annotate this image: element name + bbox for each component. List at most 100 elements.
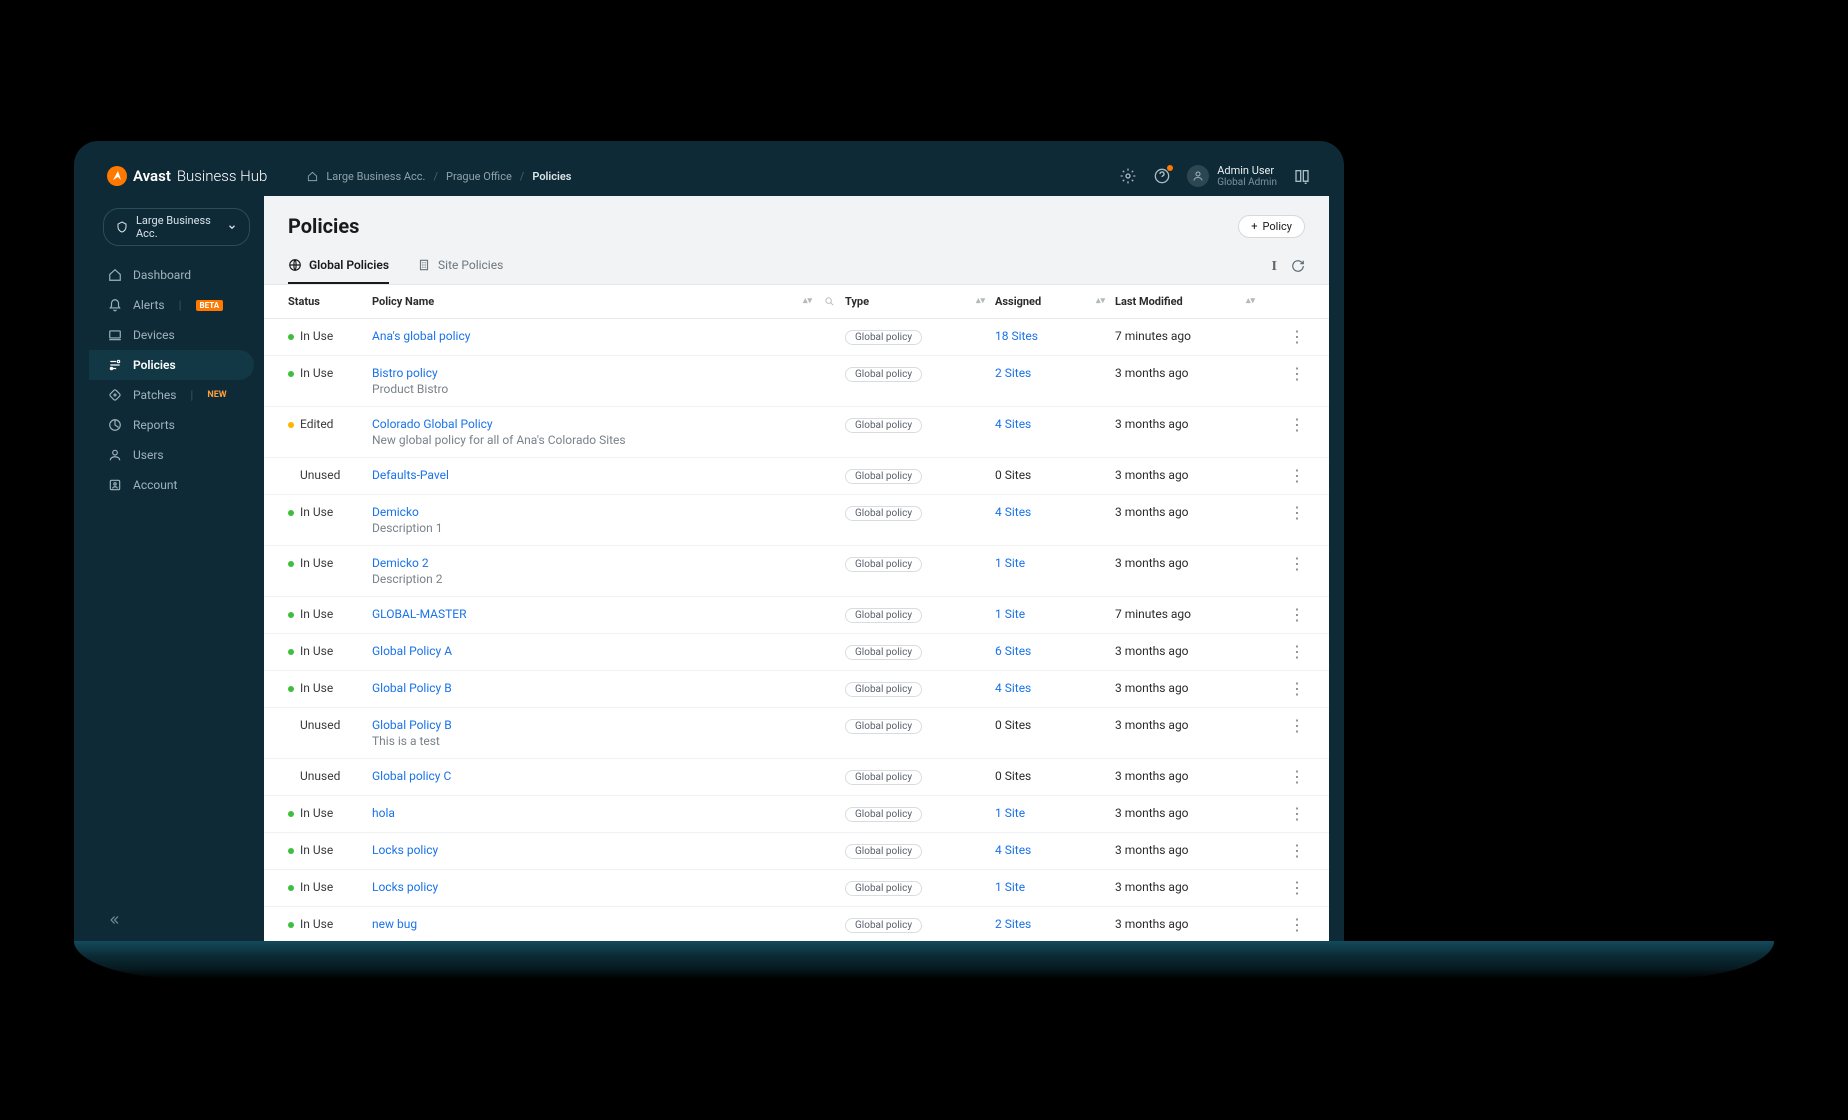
row-actions-menu[interactable]: ⋮ <box>1265 806 1305 822</box>
sidebar-item-users[interactable]: Users <box>89 440 254 470</box>
layout-icon[interactable] <box>1293 167 1311 185</box>
policy-name-link[interactable]: hola <box>372 806 845 820</box>
row-actions-menu[interactable]: ⋮ <box>1265 468 1305 484</box>
row-actions-menu[interactable]: ⋮ <box>1265 644 1305 660</box>
assigned-link[interactable]: 4 Sites <box>995 417 1031 431</box>
users-icon <box>107 448 123 462</box>
row-actions-menu[interactable]: ⋮ <box>1265 843 1305 859</box>
column-assigned[interactable]: Assigned▴▾ <box>995 295 1115 308</box>
row-actions-menu[interactable]: ⋮ <box>1265 505 1305 521</box>
user-menu[interactable]: Admin User Global Admin <box>1187 164 1277 188</box>
row-actions-menu[interactable]: ⋮ <box>1265 366 1305 382</box>
row-actions-menu[interactable]: ⋮ <box>1265 329 1305 345</box>
status-text: In Use <box>300 880 333 894</box>
alerts-icon <box>107 298 123 312</box>
status-text: In Use <box>300 329 333 343</box>
column-status[interactable]: Status <box>288 295 372 308</box>
policy-name-link[interactable]: Locks policy <box>372 843 845 857</box>
row-actions-menu[interactable]: ⋮ <box>1265 880 1305 896</box>
tab-global-policies[interactable]: Global Policies <box>288 250 389 284</box>
breadcrumb-item[interactable]: Large Business Acc. <box>326 170 425 183</box>
table-row: In UseAna's global policyGlobal policy18… <box>264 319 1329 356</box>
sidebar-item-reports[interactable]: Reports <box>89 410 254 440</box>
policy-name-link[interactable]: Ana's global policy <box>372 329 845 343</box>
sidebar-item-label: Account <box>133 478 177 492</box>
policy-name-link[interactable]: Global Policy A <box>372 644 845 658</box>
brand-name-bold: Avast <box>133 167 171 185</box>
status-dot-icon <box>288 922 294 928</box>
account-selector[interactable]: Large Business Acc. <box>103 208 250 246</box>
column-policy-name[interactable]: Policy Name ▴▾ <box>372 295 845 308</box>
policy-description: New global policy for all of Ana's Color… <box>372 433 845 447</box>
assigned-link[interactable]: 4 Sites <box>995 681 1031 695</box>
assigned-link[interactable]: 1 Site <box>995 556 1025 570</box>
settings-icon[interactable] <box>1119 167 1137 185</box>
type-badge: Global policy <box>845 557 922 572</box>
row-actions-menu[interactable]: ⋮ <box>1265 769 1305 785</box>
sidebar-item-devices[interactable]: Devices <box>89 320 254 350</box>
laptop-screen-bezel: Avast Business Hub Large Business Acc. /… <box>74 141 1344 941</box>
tab-site-policies[interactable]: Site Policies <box>417 250 503 284</box>
table-row: In UseBistro policyProduct BistroGlobal … <box>264 356 1329 407</box>
status-text: In Use <box>300 644 333 658</box>
row-actions-menu[interactable]: ⋮ <box>1265 718 1305 734</box>
type-badge: Global policy <box>845 881 922 896</box>
status-text: In Use <box>300 681 333 695</box>
assigned-link[interactable]: 2 Sites <box>995 917 1031 931</box>
assigned-count: 0 Sites <box>995 718 1031 732</box>
assigned-link[interactable]: 1 Site <box>995 880 1025 894</box>
sidebar-item-alerts[interactable]: Alerts |BETA <box>89 290 254 320</box>
assigned-link[interactable]: 6 Sites <box>995 644 1031 658</box>
sidebar: Large Business Acc. Dashboard Alerts |BET… <box>89 196 264 941</box>
assigned-link[interactable]: 18 Sites <box>995 329 1038 343</box>
last-modified: 3 months ago <box>1115 917 1265 931</box>
sidebar-item-dashboard[interactable]: Dashboard <box>89 260 254 290</box>
home-icon[interactable] <box>307 171 318 182</box>
policy-name-link[interactable]: Demicko 2 <box>372 556 845 570</box>
row-actions-menu[interactable]: ⋮ <box>1265 917 1305 933</box>
policy-name-link[interactable]: Bistro policy <box>372 366 845 380</box>
assigned-link[interactable]: 1 Site <box>995 607 1025 621</box>
sidebar-item-policies[interactable]: Policies <box>89 350 254 380</box>
status-dot-icon <box>288 612 294 618</box>
policy-name-link[interactable]: Global policy C <box>372 769 845 783</box>
account-icon <box>107 478 123 492</box>
refresh-icon[interactable] <box>1291 259 1305 275</box>
table-row: EditedColorado Global PolicyNew global p… <box>264 407 1329 458</box>
sidebar-item-account[interactable]: Account <box>89 470 254 500</box>
last-modified: 3 months ago <box>1115 505 1265 519</box>
policy-name-link[interactable]: Global Policy B <box>372 681 845 695</box>
help-icon[interactable] <box>1153 167 1171 185</box>
policy-name-link[interactable]: GLOBAL-MASTER <box>372 607 845 621</box>
row-actions-menu[interactable]: ⋮ <box>1265 417 1305 433</box>
assigned-link[interactable]: 4 Sites <box>995 505 1031 519</box>
policy-name-link[interactable]: new bug <box>372 917 845 931</box>
table-header: Status Policy Name ▴▾ Type▴▾ Assigned▴▾ … <box>264 285 1329 319</box>
status-text: Unused <box>300 468 340 482</box>
sidebar-item-patches[interactable]: Patches |NEW <box>89 380 254 410</box>
status-text: In Use <box>300 607 333 621</box>
assigned-link[interactable]: 2 Sites <box>995 366 1031 380</box>
add-policy-button[interactable]: + Policy <box>1238 215 1305 238</box>
sidebar-item-label: Dashboard <box>133 268 191 282</box>
rename-icon[interactable]: I <box>1272 259 1277 275</box>
policy-name-link[interactable]: Global Policy B <box>372 718 845 732</box>
assigned-link[interactable]: 1 Site <box>995 806 1025 820</box>
breadcrumb-item[interactable]: Prague Office <box>446 170 512 183</box>
row-actions-menu[interactable]: ⋮ <box>1265 607 1305 623</box>
row-actions-menu[interactable]: ⋮ <box>1265 681 1305 697</box>
row-actions-menu[interactable]: ⋮ <box>1265 556 1305 572</box>
collapse-sidebar-button[interactable] <box>107 913 264 927</box>
policy-name-link[interactable]: Locks policy <box>372 880 845 894</box>
policy-name-link[interactable]: Demicko <box>372 505 845 519</box>
sort-icon: ▴▾ <box>1096 299 1105 304</box>
column-last-modified[interactable]: Last Modified▴▾ <box>1115 295 1265 308</box>
column-type[interactable]: Type▴▾ <box>845 295 995 308</box>
last-modified: 3 months ago <box>1115 468 1265 482</box>
brand-logo[interactable]: Avast Business Hub <box>107 166 267 186</box>
assigned-link[interactable]: 4 Sites <box>995 843 1031 857</box>
policy-name-link[interactable]: Colorado Global Policy <box>372 417 845 431</box>
tab-label: Global Policies <box>309 258 389 272</box>
policy-name-link[interactable]: Defaults-Pavel <box>372 468 845 482</box>
search-icon[interactable] <box>824 296 835 307</box>
